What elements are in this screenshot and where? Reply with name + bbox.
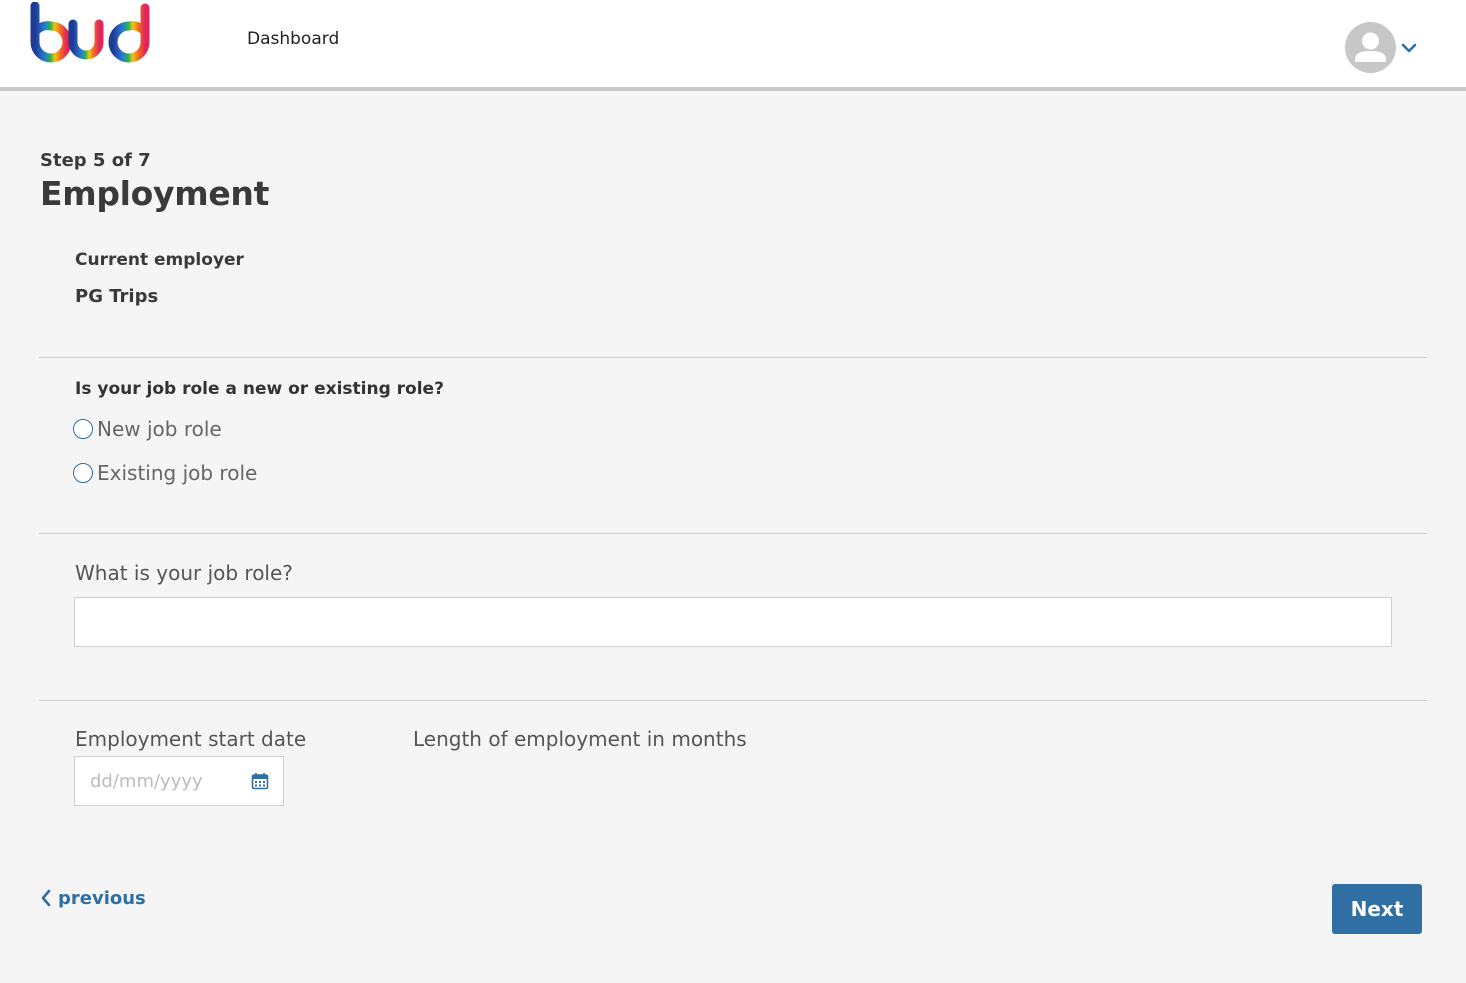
- section-divider: [39, 357, 1427, 358]
- job-role-input[interactable]: [74, 597, 1392, 647]
- chevron-left-icon: [41, 889, 51, 907]
- radio-label: Existing job role: [97, 461, 258, 485]
- nav-dashboard-link[interactable]: Dashboard: [247, 29, 339, 49]
- job-role-label: What is your job role?: [75, 561, 293, 585]
- previous-link[interactable]: previous: [40, 886, 146, 910]
- top-header: Dashboard: [0, 0, 1466, 91]
- bud-logo[interactable]: [27, 2, 157, 64]
- calendar-icon[interactable]: [251, 772, 269, 790]
- section-divider: [39, 533, 1427, 534]
- length-of-employment-label: Length of employment in months: [413, 727, 747, 751]
- section-divider: [39, 700, 1427, 701]
- radio-button[interactable]: [73, 463, 93, 483]
- next-button[interactable]: Next: [1332, 884, 1422, 934]
- user-menu[interactable]: [1345, 22, 1425, 74]
- current-employer-label: Current employer: [75, 250, 244, 270]
- page-title: Employment: [40, 174, 270, 213]
- start-date-field[interactable]: [74, 756, 284, 806]
- current-employer-value: PG Trips: [75, 286, 159, 307]
- chevron-down-icon[interactable]: [1401, 42, 1417, 54]
- radio-existing-job-role[interactable]: Existing job role: [73, 460, 257, 486]
- step-indicator: Step 5 of 7: [40, 150, 151, 171]
- radio-new-job-role[interactable]: New job role: [73, 416, 222, 442]
- start-date-label: Employment start date: [75, 727, 307, 751]
- user-avatar-icon[interactable]: [1345, 22, 1396, 73]
- job-role-type-question: Is your job role a new or existing role?: [75, 379, 444, 399]
- radio-label: New job role: [97, 417, 222, 441]
- radio-button[interactable]: [73, 419, 93, 439]
- start-date-input[interactable]: [75, 757, 245, 805]
- previous-label: previous: [58, 887, 146, 909]
